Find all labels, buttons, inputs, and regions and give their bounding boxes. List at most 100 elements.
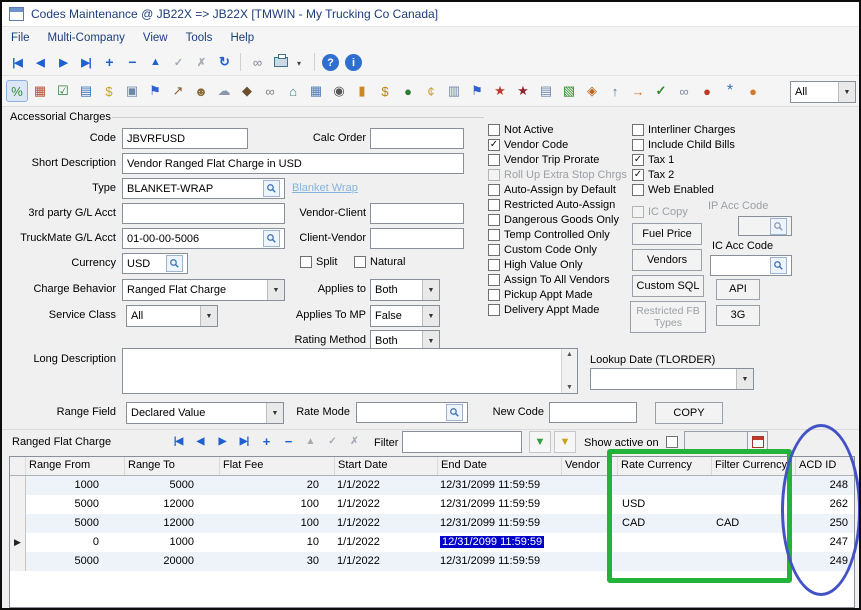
cell-range-from[interactable]: 5000 bbox=[26, 552, 125, 571]
approve-icon[interactable]: ✓ bbox=[650, 80, 672, 102]
cell-range-from[interactable]: 5000 bbox=[26, 514, 125, 533]
coin-icon[interactable]: $ bbox=[98, 80, 120, 102]
cell-vendor[interactable] bbox=[562, 533, 618, 552]
coins-icon[interactable]: ¢ bbox=[420, 80, 442, 102]
long-description-field[interactable]: ▲▼ bbox=[122, 348, 578, 394]
detail-nav-next-button[interactable]: ▶ bbox=[212, 431, 232, 451]
col-header-vendor[interactable]: Vendor bbox=[562, 457, 618, 475]
type-field[interactable]: BLANKET-WRAP bbox=[122, 178, 285, 199]
scroll-down-icon[interactable]: ▼ bbox=[566, 384, 573, 391]
menu-multi-company[interactable]: Multi-Company bbox=[39, 29, 134, 47]
3g-button[interactable]: 3G bbox=[716, 305, 760, 326]
checkbox-tax-2[interactable]: ✓Tax 2 bbox=[632, 168, 674, 181]
detail-delete-button[interactable]: − bbox=[278, 431, 298, 451]
cell-filter-currency[interactable] bbox=[712, 476, 796, 495]
percent-codes-icon[interactable]: % bbox=[6, 80, 28, 102]
active-date-field[interactable] bbox=[684, 431, 768, 453]
col-header-end-date[interactable]: End Date bbox=[438, 457, 562, 475]
report-icon[interactable]: ▥ bbox=[443, 80, 465, 102]
camera-icon[interactable]: ◉ bbox=[328, 80, 350, 102]
insert-record-button[interactable]: + bbox=[98, 51, 120, 73]
asterisk-icon[interactable]: * bbox=[719, 80, 741, 102]
third-party-gl-field[interactable] bbox=[122, 203, 285, 224]
cell-acd-id[interactable]: 250 bbox=[796, 514, 854, 533]
row-indicator[interactable] bbox=[10, 514, 26, 533]
checkbox-split[interactable]: Split bbox=[300, 255, 337, 268]
copy-button[interactable]: COPY bbox=[655, 402, 723, 424]
rate-mode-field[interactable] bbox=[356, 402, 468, 423]
mug-icon[interactable]: ▮ bbox=[351, 80, 373, 102]
checkbox-high-value-only[interactable]: High Value Only bbox=[488, 258, 583, 271]
menu-help[interactable]: Help bbox=[221, 29, 263, 47]
service-class-select[interactable]: All▼ bbox=[126, 305, 218, 327]
filter-apply-icon[interactable]: ▼ bbox=[529, 431, 551, 453]
checkbox-custom-code-only[interactable]: Custom Code Only bbox=[488, 243, 597, 256]
cell-acd-id[interactable]: 248 bbox=[796, 476, 854, 495]
cell-filter-currency[interactable] bbox=[712, 533, 796, 552]
nav-prior-button[interactable]: ◀ bbox=[29, 51, 51, 73]
truckmate-gl-field[interactable]: 01-00-00-5006 bbox=[122, 228, 285, 249]
checkbox-vendor-code[interactable]: ✓Vendor Code bbox=[488, 138, 568, 151]
scroll-up-icon[interactable]: ▲ bbox=[566, 351, 573, 358]
checkbox-tax-1[interactable]: ✓Tax 1 bbox=[632, 153, 674, 166]
cell-rate-currency[interactable]: CAD bbox=[618, 514, 712, 533]
refresh-button[interactable]: ↻ bbox=[213, 51, 235, 73]
calc-order-field[interactable] bbox=[370, 128, 464, 149]
cell-end-date[interactable]: 12/31/2099 11:59:59 bbox=[438, 476, 562, 495]
user-icon[interactable]: ☻ bbox=[190, 80, 212, 102]
detail-nav-last-button[interactable]: ▶| bbox=[234, 431, 254, 451]
custom-sql-button[interactable]: Custom SQL bbox=[632, 275, 704, 297]
delete-record-button[interactable]: − bbox=[121, 51, 143, 73]
checkbox-web-enabled[interactable]: Web Enabled bbox=[632, 183, 714, 196]
row-indicator[interactable]: ▶ bbox=[10, 533, 26, 552]
charge-behavior-select[interactable]: Ranged Flat Charge▼ bbox=[122, 279, 285, 301]
hierarchy-icon[interactable]: ⌂ bbox=[282, 80, 304, 102]
scrollbar[interactable]: ▲▼ bbox=[561, 349, 577, 393]
menu-tools[interactable]: Tools bbox=[177, 29, 222, 47]
vendors-button[interactable]: Vendors bbox=[632, 249, 702, 271]
chart-icon[interactable]: ▧ bbox=[558, 80, 580, 102]
ip-acc-code-field[interactable] bbox=[738, 216, 792, 236]
document-icon[interactable]: ▤ bbox=[535, 80, 557, 102]
cell-flat-fee[interactable]: 20 bbox=[220, 476, 335, 495]
cell-range-from[interactable]: 1000 bbox=[26, 476, 125, 495]
detail-edit-button[interactable]: ▲ bbox=[300, 431, 320, 451]
info-button[interactable]: i bbox=[345, 54, 362, 71]
cell-vendor[interactable] bbox=[562, 552, 618, 571]
arrow-up-icon[interactable]: ↑ bbox=[604, 80, 626, 102]
export-icon[interactable]: ↗ bbox=[167, 80, 189, 102]
detail-insert-button[interactable]: + bbox=[256, 431, 276, 451]
cell-rate-currency[interactable] bbox=[618, 476, 712, 495]
cell-acd-id[interactable]: 249 bbox=[796, 552, 854, 571]
cloud-icon[interactable]: ☁ bbox=[213, 80, 235, 102]
checkbox-assign-to-all-vendors[interactable]: Assign To All Vendors bbox=[488, 273, 610, 286]
menu-file[interactable]: File bbox=[2, 29, 39, 47]
cancel-record-button[interactable]: ✗ bbox=[190, 51, 212, 73]
package-icon[interactable]: ◈ bbox=[581, 80, 603, 102]
menu-view[interactable]: View bbox=[134, 29, 177, 47]
lookup-button[interactable] bbox=[263, 180, 280, 197]
cell-filter-currency[interactable] bbox=[712, 495, 796, 514]
api-button[interactable]: API bbox=[716, 279, 760, 300]
cell-start-date[interactable]: 1/1/2022 bbox=[335, 495, 438, 514]
code-field[interactable]: JBVRFUSD bbox=[122, 128, 248, 149]
view-filter-select[interactable]: All ▼ bbox=[790, 81, 856, 103]
detail-cancel-button[interactable]: ✗ bbox=[344, 431, 364, 451]
cell-flat-fee[interactable]: 100 bbox=[220, 495, 335, 514]
calendar-button[interactable] bbox=[747, 432, 767, 452]
cell-vendor[interactable] bbox=[562, 476, 618, 495]
applies-to-mp-select[interactable]: False▼ bbox=[370, 305, 440, 327]
cell-range-to[interactable]: 20000 bbox=[125, 552, 220, 571]
checkbox-vendor-trip-prorate[interactable]: Vendor Trip Prorate bbox=[488, 153, 599, 166]
currency-field[interactable]: USD bbox=[122, 253, 188, 274]
ic-acc-code-field[interactable] bbox=[710, 255, 792, 276]
new-code-field[interactable] bbox=[549, 402, 637, 423]
checkbox-dangerous-goods-only[interactable]: Dangerous Goods Only bbox=[488, 213, 619, 226]
cell-range-to[interactable]: 1000 bbox=[125, 533, 220, 552]
checkbox-delivery-appt-made[interactable]: Delivery Appt Made bbox=[488, 303, 599, 316]
checkbox-restricted-auto-assign[interactable]: Restricted Auto-Assign bbox=[488, 198, 615, 211]
col-header-range-to[interactable]: Range To bbox=[125, 457, 220, 475]
cell-range-to[interactable]: 12000 bbox=[125, 514, 220, 533]
vendor-client-field[interactable] bbox=[370, 203, 464, 224]
checkbox-auto-assign-by-default[interactable]: Auto-Assign by Default bbox=[488, 183, 616, 196]
